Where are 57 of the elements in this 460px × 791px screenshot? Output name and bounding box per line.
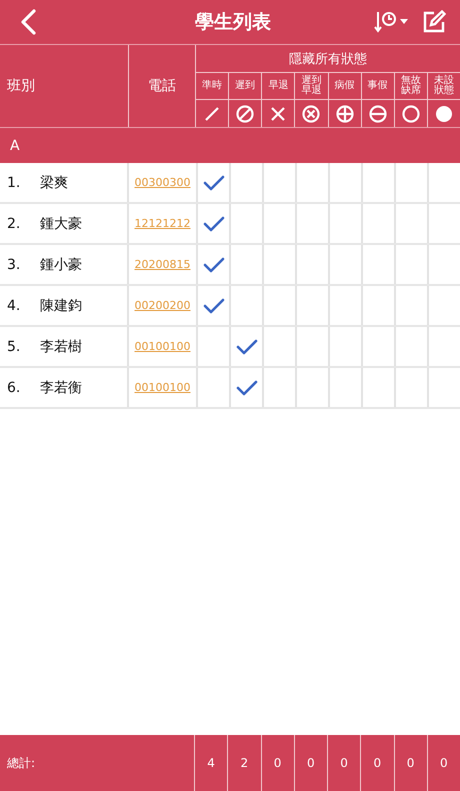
phone-link[interactable]: 00300300 [134, 176, 190, 189]
row-number: 4. [6, 298, 22, 314]
total-count: 0 [406, 756, 414, 770]
status-label: 準時 [202, 81, 222, 91]
total-count: 0 [374, 756, 382, 770]
circle-cross-icon[interactable] [302, 104, 320, 122]
section-header: A [0, 128, 460, 163]
total-count: 0 [340, 756, 348, 770]
student-name: 李若樹 [40, 338, 82, 356]
student-name: 李若衡 [40, 378, 82, 396]
dot-icon[interactable] [434, 104, 453, 122]
check-icon [236, 338, 258, 356]
total-count: 4 [207, 756, 215, 770]
sort-clock-icon[interactable] [374, 10, 410, 34]
status-label: 遲到早退 [301, 76, 322, 96]
phone-link[interactable]: 00100100 [134, 381, 190, 394]
phone-link[interactable]: 00100100 [134, 340, 190, 353]
status-label: 早退 [268, 81, 288, 91]
status-label: 未設狀態 [434, 76, 454, 96]
status-label: 無故缺席 [400, 76, 421, 96]
total-count: 0 [274, 756, 282, 770]
total-count: 0 [440, 756, 448, 770]
row-number: 6. [6, 380, 22, 396]
column-header: 電話 [129, 45, 196, 127]
edit-icon[interactable] [422, 10, 446, 34]
status-label: 事假 [368, 81, 388, 91]
phone-link[interactable]: 12121212 [134, 217, 190, 230]
circle-icon[interactable] [402, 104, 420, 122]
hide-all-button[interactable]: 隱藏所有狀態 [196, 45, 460, 73]
column-header: 班別 [0, 45, 129, 127]
status-label: 遲到 [235, 81, 256, 91]
page-title: 學生列表 [195, 10, 271, 35]
no-icon[interactable] [236, 104, 254, 122]
phone-link[interactable]: 00200200 [134, 299, 190, 312]
status-label: 病假 [334, 81, 355, 91]
student-name: 梁爽 [40, 174, 68, 192]
student-name: 陳建鈞 [40, 296, 82, 314]
student-name: 鍾小豪 [40, 256, 82, 274]
phone-link[interactable]: 20200815 [134, 258, 190, 271]
check-icon [236, 378, 258, 396]
circle-minus-icon[interactable] [368, 104, 387, 122]
check-icon [202, 214, 224, 232]
check-icon [202, 174, 224, 192]
row-number: 1. [6, 174, 22, 190]
student-name: 鍾大豪 [40, 214, 82, 232]
row-number: 3. [6, 256, 22, 272]
check-icon [202, 296, 224, 314]
total-count: 2 [240, 756, 248, 770]
check-icon [202, 256, 224, 274]
row-number: 2. [6, 216, 22, 232]
slash-icon[interactable] [203, 104, 222, 122]
back-icon[interactable] [20, 9, 36, 35]
row-number: 5. [6, 338, 22, 354]
cross-icon[interactable] [269, 104, 288, 122]
totals-label: 總計: [7, 754, 36, 772]
total-count: 0 [307, 756, 315, 770]
circle-plus-icon[interactable] [336, 104, 354, 122]
